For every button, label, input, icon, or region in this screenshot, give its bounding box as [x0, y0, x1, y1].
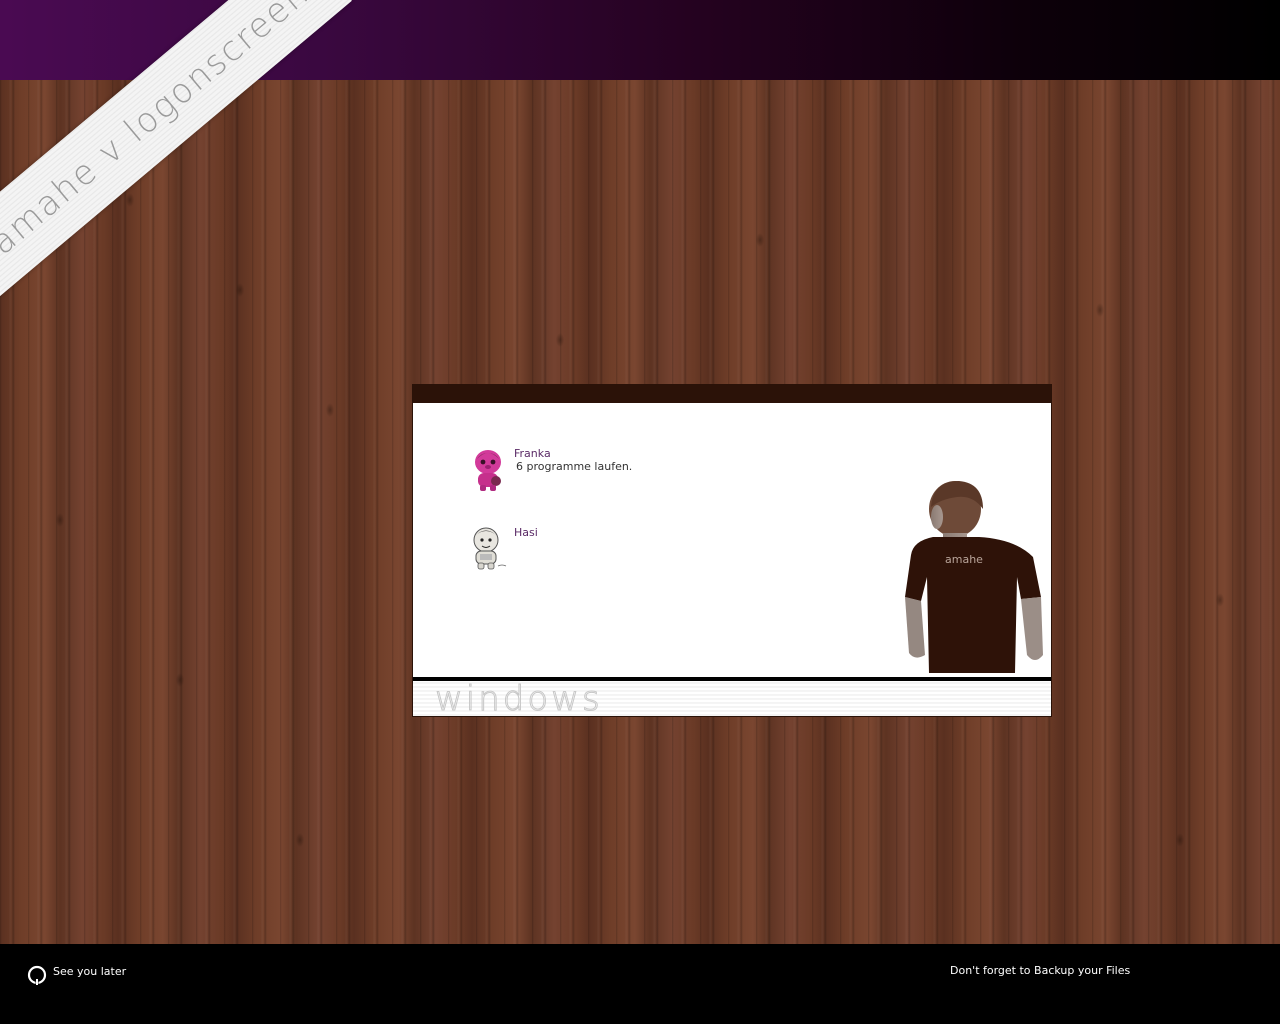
bottom-bar: See you later Don't forget to Backup you…: [0, 944, 1280, 1024]
user-status: 6 programme laufen.: [516, 460, 633, 473]
backup-notice: Don't forget to Backup your Files: [950, 964, 1131, 977]
shirt-text: amahe: [945, 553, 983, 566]
user-tile-franka[interactable]: Franka 6 programme laufen.: [468, 447, 632, 493]
logon-panel: Franka 6 programme laufen. Hasi amahe wi…: [412, 384, 1052, 717]
person-in-shirt-image: amahe: [905, 481, 1043, 673]
pink-figure-avatar-icon: [475, 450, 501, 491]
brand-logo: windows: [435, 679, 603, 717]
panel-top-bar: [413, 385, 1051, 403]
grey-figure-avatar-icon: [473, 527, 507, 570]
shutdown-button[interactable]: See you later: [26, 964, 126, 986]
user-name: Franka: [514, 447, 551, 460]
panel-footer: windows: [413, 679, 1051, 717]
user-name: Hasi: [514, 526, 538, 539]
shutdown-label: See you later: [53, 965, 127, 978]
user-tile-hasi[interactable]: Hasi: [468, 526, 538, 572]
power-icon: [27, 965, 47, 985]
